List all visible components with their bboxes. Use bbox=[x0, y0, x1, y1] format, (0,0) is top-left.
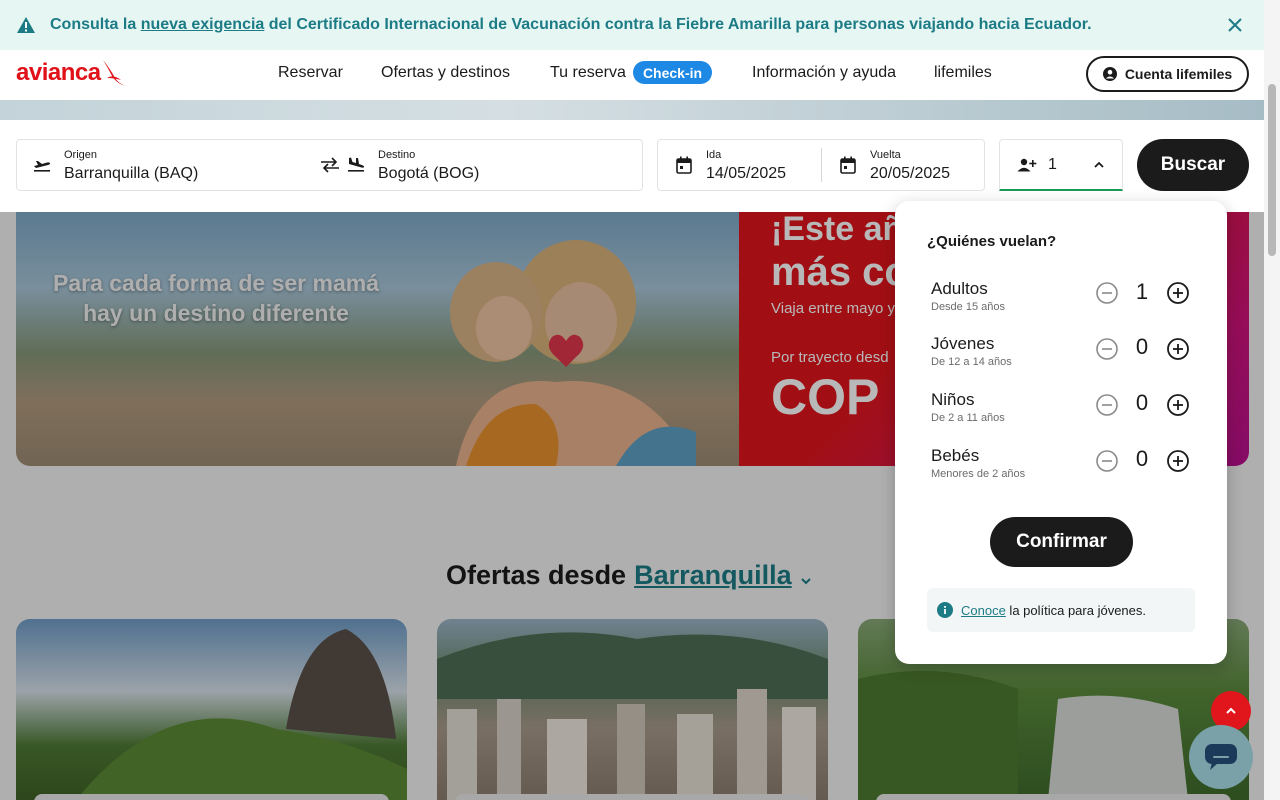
passenger-age-desc: De 2 a 11 años bbox=[931, 412, 1005, 424]
offer-card-label bbox=[34, 794, 389, 800]
card-photo-rock bbox=[76, 629, 407, 800]
passenger-type-label: Bebés bbox=[931, 446, 980, 465]
alert-text: Consulta la nueva exigencia del Certific… bbox=[50, 16, 1092, 33]
date-divider bbox=[821, 148, 822, 182]
plus-circle-icon[interactable] bbox=[1166, 393, 1190, 417]
alert-link[interactable]: nueva exigencia bbox=[141, 16, 265, 33]
passenger-age-desc: Desde 15 años bbox=[931, 301, 1005, 313]
warning-icon bbox=[17, 17, 35, 33]
offer-card-guatape[interactable] bbox=[16, 619, 407, 800]
passenger-age-desc: Menores de 2 años bbox=[931, 468, 1026, 480]
account-lifemiles-button[interactable]: Cuenta lifemiles bbox=[1086, 56, 1249, 92]
youth-policy-link[interactable]: Conoce bbox=[961, 603, 1006, 618]
avianca-logo[interactable]: avianca bbox=[16, 58, 127, 88]
nav-lifemiles[interactable]: lifemiles bbox=[934, 50, 992, 96]
passenger-count: 1 bbox=[1135, 279, 1149, 304]
plus-circle-icon[interactable] bbox=[1166, 337, 1190, 361]
minus-circle-icon[interactable] bbox=[1095, 393, 1119, 417]
hero-price: COP bbox=[771, 369, 880, 425]
mother-daughter-illustration bbox=[450, 240, 696, 466]
close-icon bbox=[1228, 18, 1242, 32]
logo-bird-icon bbox=[102, 60, 126, 86]
popup-title: ¿Quiénes vuelan? bbox=[927, 233, 1057, 250]
calendar-icon bbox=[840, 156, 856, 174]
passenger-count: 0 bbox=[1135, 446, 1149, 471]
add-person-icon bbox=[1017, 158, 1037, 172]
site-header: avianca Reservar Ofertas y destinos Tu r… bbox=[0, 50, 1264, 100]
close-alert-button[interactable] bbox=[1224, 14, 1246, 36]
chat-icon bbox=[1205, 744, 1237, 770]
nav-reservar[interactable]: Reservar bbox=[278, 50, 343, 96]
passenger-row-youth: Jóvenes De 12 a 14 años 0 bbox=[931, 334, 1191, 374]
chevron-up-icon bbox=[1226, 707, 1236, 714]
vaccination-alert-banner: Consulta la nueva exigencia del Certific… bbox=[0, 0, 1264, 50]
passenger-type-label: Jóvenes bbox=[931, 334, 995, 353]
passenger-type-label: Niños bbox=[931, 390, 975, 409]
landing-icon bbox=[348, 157, 365, 172]
hero-headline-2: más co bbox=[771, 250, 909, 294]
offer-card-label bbox=[876, 794, 1231, 800]
chevron-down-icon[interactable] bbox=[800, 575, 812, 587]
offers-heading: Ofertas desde Barranquilla bbox=[446, 560, 812, 591]
passenger-type-label: Adultos bbox=[931, 279, 988, 298]
nav-ofertas-destinos[interactable]: Ofertas y destinos bbox=[381, 50, 510, 96]
hero-tagline: Para cada forma de ser mamá hay un desti… bbox=[52, 270, 379, 326]
hero-travel-dates-text: Viaja entre mayo y bbox=[771, 300, 895, 317]
plus-circle-icon[interactable] bbox=[1166, 449, 1190, 473]
offers-city-selector[interactable]: Barranquilla bbox=[634, 560, 792, 591]
checkin-button[interactable]: Check-in bbox=[633, 61, 712, 84]
nav-tu-reserva[interactable]: Tu reserva bbox=[550, 50, 626, 96]
minus-circle-icon[interactable] bbox=[1095, 337, 1119, 361]
minus-circle-icon[interactable] bbox=[1095, 281, 1119, 305]
plus-circle-icon[interactable] bbox=[1166, 281, 1190, 305]
chat-button[interactable] bbox=[1189, 725, 1253, 789]
swap-icon[interactable] bbox=[320, 157, 340, 173]
passenger-selector-popup: ¿Quiénes vuelan? Adultos Desde 15 años 1… bbox=[895, 201, 1227, 664]
passenger-row-adults: Adultos Desde 15 años 1 bbox=[931, 279, 1191, 319]
nav-informacion-ayuda[interactable]: Información y ayuda bbox=[752, 50, 896, 96]
youth-policy-info: Conoce la política para jóvenes. bbox=[927, 588, 1195, 632]
destination-label: Destino bbox=[378, 149, 416, 161]
destination-input[interactable]: Bogotá (BOG) bbox=[378, 165, 479, 183]
return-date-input[interactable]: 20/05/2025 bbox=[870, 165, 950, 183]
chevron-up-icon bbox=[1094, 161, 1104, 168]
origin-input[interactable]: Barranquilla (BAQ) bbox=[64, 165, 198, 183]
passenger-row-infants: Bebés Menores de 2 años 0 bbox=[931, 446, 1191, 486]
scrollbar-thumb[interactable] bbox=[1268, 84, 1276, 256]
confirm-button[interactable]: Confirmar bbox=[990, 517, 1133, 567]
page-scrollbar[interactable] bbox=[1264, 0, 1280, 800]
hero-top-strip bbox=[0, 100, 1264, 120]
hero-photo bbox=[16, 212, 739, 466]
origin-label: Origen bbox=[64, 149, 98, 161]
user-icon bbox=[1102, 67, 1117, 81]
info-icon bbox=[937, 602, 953, 618]
offer-card-label bbox=[455, 794, 810, 800]
passenger-row-children: Niños De 2 a 11 años 0 bbox=[931, 390, 1191, 430]
return-label: Vuelta bbox=[870, 149, 901, 161]
passenger-age-desc: De 12 a 14 años bbox=[931, 356, 1012, 368]
search-button[interactable]: Buscar bbox=[1137, 139, 1249, 191]
depart-date-input[interactable]: 14/05/2025 bbox=[706, 165, 786, 183]
offer-card-city[interactable] bbox=[437, 619, 828, 800]
depart-label: Ida bbox=[706, 149, 722, 161]
passenger-count: 0 bbox=[1135, 390, 1149, 415]
hero-price-label: Por trayecto desd bbox=[771, 349, 889, 366]
takeoff-icon bbox=[34, 161, 50, 172]
minus-circle-icon[interactable] bbox=[1095, 449, 1119, 473]
passengers-count: 1 bbox=[1048, 156, 1057, 173]
passengers-selector[interactable]: 1 bbox=[999, 139, 1123, 191]
passenger-count: 0 bbox=[1135, 334, 1149, 359]
card-photo-city bbox=[437, 632, 828, 800]
hero-headline-1: ¡Este añ bbox=[771, 210, 904, 248]
calendar-icon bbox=[676, 156, 692, 174]
